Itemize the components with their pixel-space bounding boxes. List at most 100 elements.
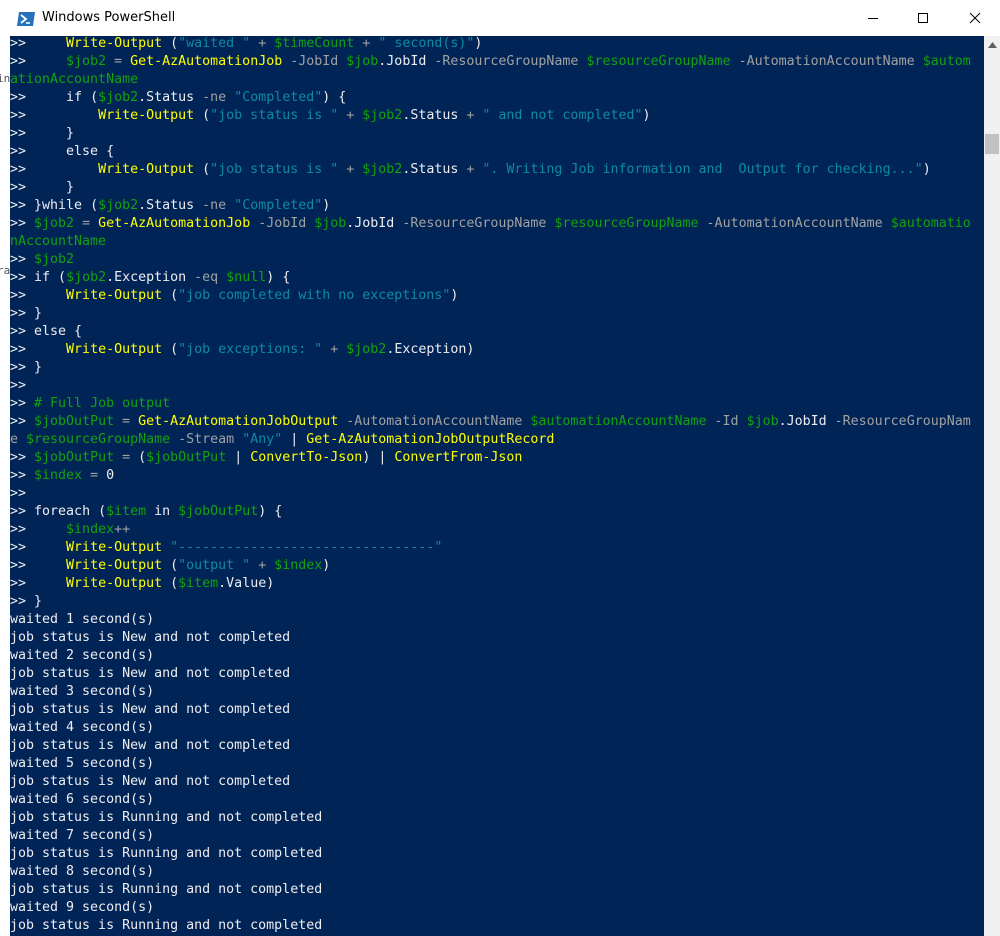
maximize-button[interactable] — [900, 0, 946, 36]
console-token: $job2 — [346, 342, 387, 357]
console-line: >> Write-Output ("job status is " + $job… — [10, 161, 971, 179]
console-token: >> } — [10, 306, 43, 321]
console-output[interactable]: >> Write-Output ("waited " + $timeCount … — [10, 36, 984, 936]
console-token: >> — [10, 414, 35, 429]
console-token: waited 9 second(s) — [10, 900, 155, 915]
console-token: ( — [162, 288, 179, 303]
console-token: + — [466, 162, 483, 177]
console-token: job status is Running and not completed — [10, 846, 323, 861]
console-token: + — [250, 558, 275, 573]
console-token: >> — [10, 522, 67, 537]
console-line: >> $index = 0 — [10, 467, 971, 485]
console-token: nAccountName — [10, 234, 107, 249]
console-token: .Value) — [218, 576, 275, 591]
console-token: -AutomationAccountName — [338, 414, 531, 429]
console-token: ( — [162, 576, 179, 591]
console-token: if ( — [66, 90, 99, 105]
console-line: >> $job2 = Get-AzAutomationJob -JobId $j… — [10, 53, 971, 71]
console-token: job status is Running and not completed — [10, 918, 323, 933]
console-token: ationAccountName — [10, 72, 139, 87]
console-token: $job2 — [66, 270, 107, 285]
console-token: $index — [34, 468, 83, 483]
console-token: >> — [10, 54, 67, 69]
console-token: "job status is " — [210, 162, 339, 177]
console-token: ) — [474, 36, 483, 51]
console-token: .Status — [138, 90, 203, 105]
console-token: ConvertFrom-Json — [394, 450, 523, 465]
console-token: $job2 — [34, 216, 75, 231]
console-token: = — [114, 414, 139, 429]
console-token: ) — [322, 198, 331, 213]
minimize-button[interactable] — [850, 0, 896, 36]
console-token: if ( — [34, 270, 67, 285]
console-token: $item — [178, 576, 219, 591]
console-token: Write-Output — [66, 342, 163, 357]
console-token: + — [338, 162, 363, 177]
console-token: $jobOutPut — [34, 414, 115, 429]
console-token: -eq — [194, 270, 227, 285]
console-token: ) | — [362, 450, 395, 465]
console-token: ( — [194, 162, 211, 177]
console-token: >> — [10, 288, 67, 303]
console-token: "job exceptions: " — [178, 342, 323, 357]
console-line: ationAccountName — [10, 71, 971, 89]
vertical-scrollbar[interactable] — [984, 36, 1000, 936]
console-line: >> if ($job2.Status -ne "Completed") { — [10, 89, 971, 107]
title-bar[interactable]: Windows PowerShell — [0, 0, 1000, 36]
console-token: + — [466, 108, 483, 123]
console-token: | — [226, 450, 251, 465]
minimize-icon — [868, 18, 878, 19]
console-line: waited 5 second(s) — [10, 755, 971, 773]
console-token: Get-AzAutomationJobOutputRecord — [306, 432, 555, 447]
chevron-up-icon — [987, 41, 997, 48]
scrollbar-thumb[interactable] — [985, 134, 999, 154]
console-token: >> — [10, 342, 67, 357]
console-token: >> — [10, 270, 35, 285]
console-token: 0 — [106, 468, 115, 483]
console-token: $job2 — [34, 252, 75, 267]
console-token: >> — [10, 252, 35, 267]
console-line: job status is New and not completed — [10, 701, 971, 719]
console-token: " and not completed" — [482, 108, 643, 123]
console-line: e $resourceGroupName -Stream "Any" | Get… — [10, 431, 971, 449]
console-token: >> — [10, 378, 27, 393]
console-token: waited 5 second(s) — [10, 756, 155, 771]
console-line: waited 4 second(s) — [10, 719, 971, 737]
console-line: waited 8 second(s) — [10, 863, 971, 881]
maximize-icon — [918, 13, 928, 23]
scroll-up-button[interactable] — [984, 36, 1000, 53]
console-token: ". Writing Job information and Output fo… — [482, 162, 923, 177]
console-token: $job2 — [362, 108, 403, 123]
console-token: -ResourceGroupNam — [834, 414, 971, 429]
console-token — [162, 540, 170, 555]
console-token: .JobId — [346, 216, 403, 231]
console-line: >> $jobOutPut = Get-AzAutomationJobOutpu… — [10, 413, 971, 431]
console-token: >> } — [10, 198, 43, 213]
console-line: >> } — [10, 359, 971, 377]
console-token: .Status — [138, 198, 203, 213]
console-token: $jobOutPut — [146, 450, 227, 465]
console-token: ( — [162, 558, 179, 573]
console-token: waited 1 second(s) — [10, 612, 155, 627]
console-token: ( — [162, 342, 179, 357]
console-line: job status is Running and not completed — [10, 845, 971, 863]
console-line: waited 7 second(s) — [10, 827, 971, 845]
console-token: + — [322, 342, 347, 357]
console-token: job status is Running and not completed — [10, 882, 323, 897]
console-token: $null — [226, 270, 267, 285]
console-token: $resourceGroupName — [26, 432, 171, 447]
console-token: job status is New and not completed — [10, 738, 291, 753]
console-token: waited 4 second(s) — [10, 720, 155, 735]
console-token: -AutomationAccountName — [698, 216, 891, 231]
console-line: >> Write-Output ($item.Value) — [10, 575, 971, 593]
console-line: >> else { — [10, 143, 971, 161]
console-token: Get-AzAutomationJob — [98, 216, 251, 231]
console-token: $job — [314, 216, 347, 231]
console-token: $job2 — [98, 90, 139, 105]
powershell-icon — [17, 12, 35, 26]
console-token: "--------------------------------" — [170, 540, 443, 555]
close-button[interactable] — [952, 0, 998, 36]
console-token: waited 2 second(s) — [10, 648, 155, 663]
console-token: $autom — [922, 54, 971, 69]
console-token: -ResourceGroupName — [434, 54, 587, 69]
